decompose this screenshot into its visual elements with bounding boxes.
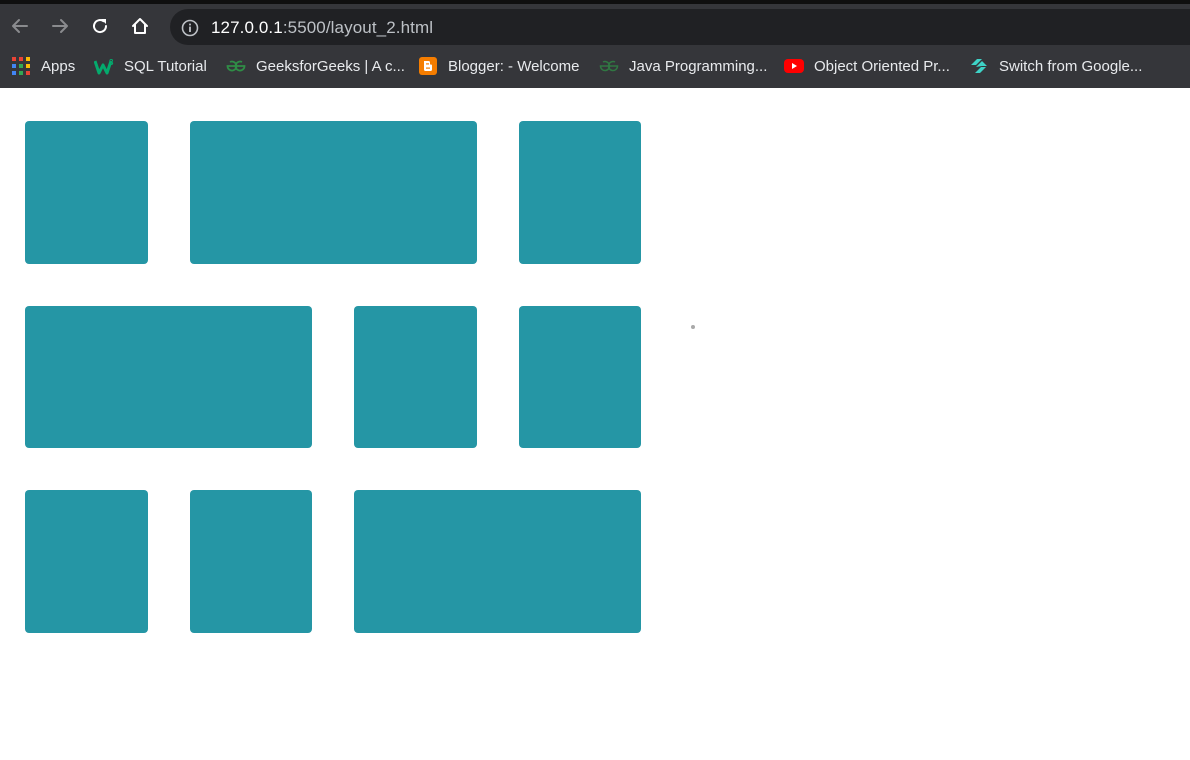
grid-box-small <box>25 121 148 264</box>
reload-button[interactable] <box>85 11 115 41</box>
reload-icon <box>93 19 108 34</box>
bookmark-label: Java Programming... <box>629 57 768 75</box>
bookmark-label: Object Oriented Pr... <box>814 57 950 75</box>
bookmarks-bar: Apps 3 SQL Tutorial GeeksforGeeks | A c.… <box>0 48 1190 88</box>
home-icon <box>132 18 148 34</box>
svg-text:3: 3 <box>109 58 114 67</box>
bookmark-label: Switch from Google... <box>999 57 1143 75</box>
address-path: :5500/layout_2.html <box>282 18 434 37</box>
arrow-left-icon <box>12 19 28 33</box>
back-button[interactable] <box>5 11 35 41</box>
grid-box-wide <box>354 490 641 633</box>
bookmark-label: Blogger: - Welcome <box>448 57 580 75</box>
arrow-right-icon <box>52 19 68 33</box>
site-info-icon[interactable] <box>181 19 199 37</box>
grid-box-small <box>519 306 641 448</box>
bookmark-label: Apps <box>41 57 76 75</box>
apps-grid-icon <box>11 56 31 76</box>
browser-toolbar: 127.0.0.1:5500/layout_2.html <box>0 4 1190 48</box>
bookmark-label: SQL Tutorial <box>124 57 207 75</box>
bookmark-object-oriented[interactable]: Object Oriented Pr... <box>784 48 950 84</box>
address-host: 127.0.0.1 <box>211 18 283 37</box>
w3schools-icon: 3 <box>94 56 114 76</box>
grid-box-wide <box>190 121 477 264</box>
geeksforgeeks-icon <box>599 56 619 76</box>
bookmark-switch-from-google[interactable]: Switch from Google... <box>969 48 1142 84</box>
bookmark-java-programming[interactable]: Java Programming... <box>599 48 767 84</box>
bookmark-geeksforgeeks[interactable]: GeeksforGeeks | A c... <box>226 48 405 84</box>
grid-box-wide <box>25 306 312 448</box>
bookmark-label: GeeksforGeeks | A c... <box>256 57 405 75</box>
blogger-icon <box>418 56 438 76</box>
geeksforgeeks-icon <box>226 56 246 76</box>
switch-icon <box>969 56 989 76</box>
forward-button[interactable] <box>45 11 75 41</box>
cursor-dot <box>691 325 695 329</box>
bookmark-apps[interactable]: Apps <box>11 48 75 84</box>
grid-box-small <box>190 490 312 633</box>
grid-box-small <box>354 306 477 448</box>
bookmark-sql-tutorial[interactable]: 3 SQL Tutorial <box>94 48 207 84</box>
address-url[interactable]: 127.0.0.1:5500/layout_2.html <box>211 18 433 38</box>
page-content <box>0 88 1190 760</box>
bookmark-blogger[interactable]: Blogger: - Welcome <box>418 48 579 84</box>
home-button[interactable] <box>125 11 155 41</box>
youtube-icon <box>784 56 804 76</box>
address-bar[interactable]: 127.0.0.1:5500/layout_2.html <box>170 9 1190 45</box>
grid-box-small <box>25 490 148 633</box>
grid-box-small <box>519 121 641 264</box>
